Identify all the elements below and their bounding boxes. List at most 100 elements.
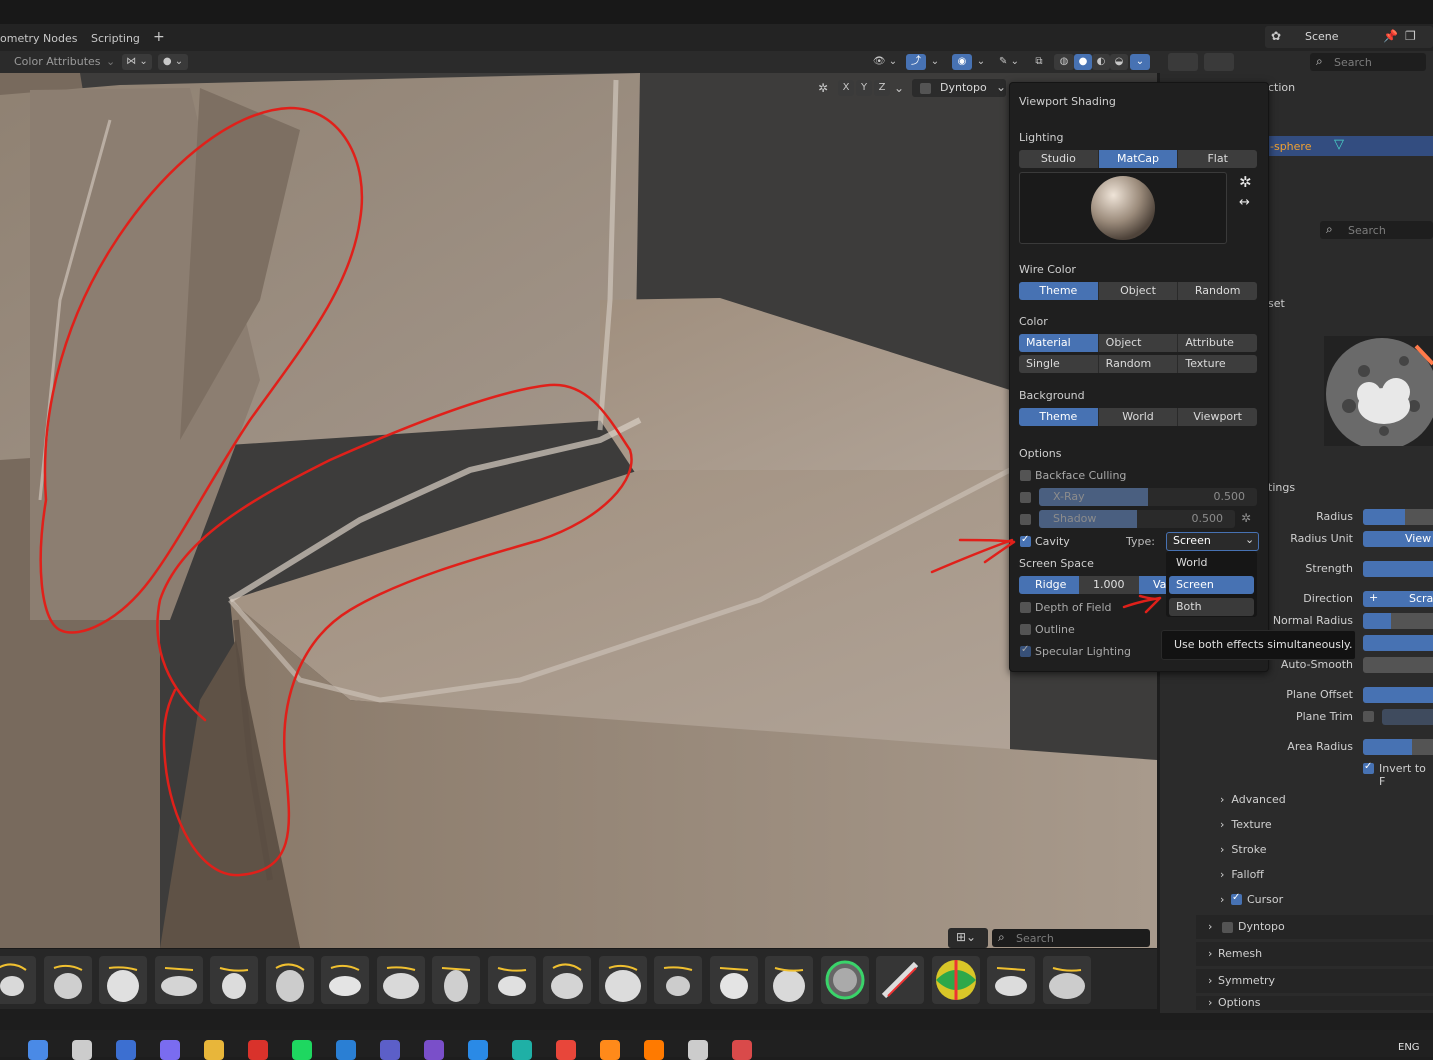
flip-icon[interactable]: ↔ xyxy=(1239,195,1250,210)
mirror-y-toggle[interactable]: Y xyxy=(856,80,872,96)
brush-thumbnail[interactable] xyxy=(0,956,36,1004)
taskbar-app-icon[interactable] xyxy=(116,1040,136,1060)
dyntopo-section-checkbox[interactable] xyxy=(1222,922,1233,933)
menu-item-world[interactable]: World xyxy=(1169,554,1254,572)
gizmo-toggle-icon[interactable]: ⤴ xyxy=(906,54,926,70)
taskbar-app-icon[interactable] xyxy=(468,1040,488,1060)
color-random-option[interactable]: Random xyxy=(1098,355,1179,373)
brush-thumbnail[interactable] xyxy=(210,956,258,1004)
valley-field[interactable]: Va xyxy=(1139,576,1169,594)
mirror-x-toggle[interactable]: X xyxy=(838,80,854,96)
xray-checkbox[interactable] xyxy=(1020,492,1031,503)
wireframe-shading-icon[interactable]: ◍ xyxy=(1054,54,1074,70)
tab-geometry-nodes[interactable]: ometry Nodes xyxy=(0,32,78,45)
outline-checkbox[interactable] xyxy=(1020,624,1031,635)
direction-toggle[interactable]: + Scra xyxy=(1363,591,1433,607)
plane-trim-slider[interactable] xyxy=(1382,709,1433,725)
color-single-option[interactable]: Single xyxy=(1019,355,1099,373)
brush-thumbnail[interactable] xyxy=(321,956,369,1004)
pin-icon[interactable]: 📌 xyxy=(1383,29,1398,43)
ridge-field[interactable]: Ridge xyxy=(1019,576,1079,594)
gear-icon[interactable]: ✲ xyxy=(1239,173,1252,191)
wire-object-option[interactable]: Object xyxy=(1098,282,1179,300)
taskbar-app-icon[interactable] xyxy=(600,1040,620,1060)
bg-viewport-option[interactable]: Viewport xyxy=(1178,408,1258,426)
falloff-subpanel[interactable]: › Falloff xyxy=(1220,868,1264,881)
visibility-dropdown[interactable]: 👁 ⌄ xyxy=(870,54,900,70)
falloff-dropdown[interactable]: ⋈ ⌄ xyxy=(122,54,152,70)
taskbar-app-icon[interactable] xyxy=(336,1040,356,1060)
tab-scripting[interactable]: Scripting xyxy=(91,32,140,45)
bg-world-option[interactable]: World xyxy=(1098,408,1179,426)
shadow-slider[interactable]: Shadow 0.500 xyxy=(1039,510,1235,528)
shading-options-dropdown[interactable]: ⌄ xyxy=(1130,54,1150,70)
cavity-checkbox[interactable] xyxy=(1020,534,1031,547)
taskbar-app-icon[interactable] xyxy=(732,1040,752,1060)
brush-thumbnail[interactable] xyxy=(598,956,647,1004)
cursor-checkbox[interactable] xyxy=(1231,892,1242,905)
matcap-preview[interactable] xyxy=(1019,172,1227,244)
brush-thumbnail[interactable] xyxy=(432,956,480,1004)
taskbar-app-icon[interactable] xyxy=(28,1040,48,1060)
radius-slider[interactable] xyxy=(1363,509,1433,525)
brush-display-dropdown[interactable]: ● ⌄ xyxy=(158,54,188,70)
taskbar-app-icon[interactable] xyxy=(688,1040,708,1060)
cursor-subpanel[interactable]: › xyxy=(1220,893,1228,906)
color-texture-option[interactable]: Texture xyxy=(1178,355,1258,373)
taskbar-app-icon[interactable] xyxy=(204,1040,224,1060)
material-shading-icon[interactable]: ◐ xyxy=(1092,54,1110,70)
brush-thumbnail[interactable] xyxy=(1042,956,1091,1004)
brush-thumbnail[interactable] xyxy=(765,956,813,1004)
lighting-flat-option[interactable]: Flat xyxy=(1178,150,1258,168)
chevron-down-icon[interactable]: ⌄ xyxy=(974,54,988,70)
solid-shading-icon[interactable]: ● xyxy=(1074,54,1092,70)
draw-dropdown[interactable]: ✎ ⌄ xyxy=(994,54,1024,70)
shelf-search-input[interactable]: ⌕ Search xyxy=(992,929,1150,947)
bg-theme-option[interactable]: Theme xyxy=(1019,408,1099,426)
hardness-slider[interactable] xyxy=(1363,635,1433,651)
taskbar-app-icon[interactable] xyxy=(248,1040,268,1060)
taskbar-app-icon[interactable] xyxy=(512,1040,532,1060)
wire-random-option[interactable]: Random xyxy=(1178,282,1258,300)
outliner-selected-row[interactable]: -sphere ▽ xyxy=(1260,136,1433,156)
advanced-subpanel[interactable]: › Advanced xyxy=(1220,793,1286,806)
brush-thumbnail[interactable] xyxy=(265,956,314,1004)
taskbar-app-icon[interactable] xyxy=(160,1040,180,1060)
add-workspace-button[interactable]: + xyxy=(153,29,165,45)
normal-radius-slider[interactable] xyxy=(1363,613,1433,629)
3d-viewport[interactable]: ✲ X Y Z ⌄ Dyntopo ⌄ xyxy=(0,73,1157,948)
brush-thumbnail[interactable] xyxy=(376,956,425,1004)
brush-thumbnail[interactable] xyxy=(709,956,758,1004)
plane-offset-slider[interactable] xyxy=(1363,687,1433,703)
color-attributes-dropdown[interactable]: Color Attributes xyxy=(14,55,101,68)
ridge-value-field[interactable]: 1.000 xyxy=(1079,576,1139,594)
scene-selector[interactable]: ✿ Scene 📌 ❐ xyxy=(1265,26,1433,48)
brush-thumbnail[interactable] xyxy=(654,956,702,1004)
stroke-subpanel[interactable]: › Stroke xyxy=(1220,843,1266,856)
auto-smooth-slider[interactable] xyxy=(1363,657,1433,673)
chevron-down-icon[interactable]: ⌄ xyxy=(894,81,904,95)
taskbar-app-icon[interactable] xyxy=(644,1040,664,1060)
symmetry-section[interactable]: › Symmetry xyxy=(1196,969,1433,993)
xray-toggle-icon[interactable]: ⧉ xyxy=(1030,54,1048,70)
brush-thumbnail[interactable] xyxy=(876,956,924,1004)
color-material-option[interactable]: Material xyxy=(1019,334,1099,352)
brush-thumbnail[interactable] xyxy=(931,956,980,1004)
remesh-section[interactable]: › Remesh xyxy=(1196,942,1433,966)
rendered-shading-icon[interactable]: ◒ xyxy=(1110,54,1128,70)
brush-thumbnail[interactable] xyxy=(987,956,1035,1004)
taskbar-app-icon[interactable] xyxy=(424,1040,444,1060)
shadow-settings-gear-icon[interactable]: ✲ xyxy=(1241,511,1251,525)
brush-thumbnail[interactable] xyxy=(820,956,869,1004)
taskbar-app-icon[interactable] xyxy=(556,1040,576,1060)
overlay-toggle-icon[interactable]: ◉ xyxy=(952,54,972,70)
brush-thumbnail[interactable] xyxy=(154,956,203,1004)
area-radius-slider[interactable] xyxy=(1363,739,1433,755)
brush-thumbnail[interactable] xyxy=(543,956,591,1004)
mirror-z-toggle[interactable]: Z xyxy=(874,80,890,96)
taskbar-app-icon[interactable] xyxy=(72,1040,92,1060)
radius-unit-view-button[interactable]: View xyxy=(1363,531,1433,547)
taskbar-app-icon[interactable] xyxy=(380,1040,400,1060)
color-attribute-option[interactable]: Attribute xyxy=(1178,334,1258,352)
plane-trim-checkbox[interactable] xyxy=(1363,711,1374,722)
